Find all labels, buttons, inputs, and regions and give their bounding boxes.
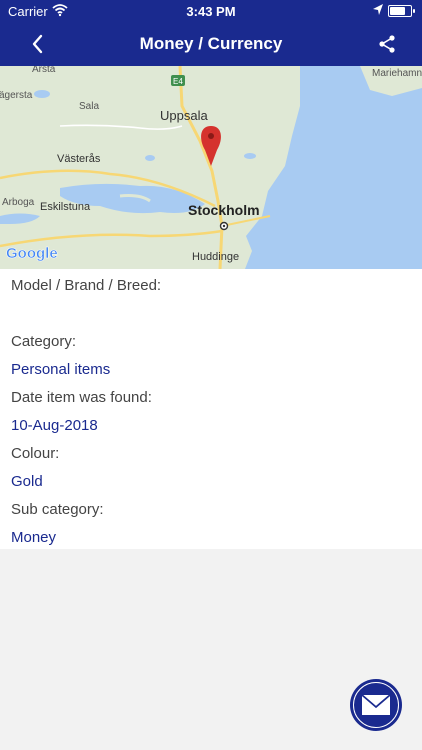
map-view[interactable]: Årsta ägersta Sala Uppsala E4 Västerås A… bbox=[0, 66, 422, 269]
status-time: 3:43 PM bbox=[186, 4, 236, 19]
google-logo: Google bbox=[6, 245, 58, 262]
map-label-uppsala: Uppsala bbox=[160, 108, 208, 123]
map-label-vasteras: Västerås bbox=[57, 153, 101, 165]
page-title: Money / Currency bbox=[139, 34, 283, 53]
map-label-e4: E4 bbox=[173, 77, 183, 86]
detail-label: Category: bbox=[11, 333, 77, 350]
map-label-sala: Sala bbox=[79, 101, 99, 112]
share-button[interactable] bbox=[376, 33, 398, 55]
email-button[interactable] bbox=[350, 679, 402, 731]
map-label-arsta: Årsta bbox=[32, 66, 56, 75]
detail-label: Colour: bbox=[11, 445, 60, 462]
battery-icon bbox=[388, 5, 415, 17]
map-label-stockholm: Stockholm bbox=[188, 202, 260, 218]
detail-value: 10-Aug-2018 bbox=[11, 417, 98, 434]
map-label-arboga: Arboga bbox=[2, 197, 35, 208]
detail-value: Personal items bbox=[11, 361, 111, 378]
battery-level bbox=[390, 7, 405, 15]
detail-value: Gold bbox=[11, 473, 43, 490]
detail-label: Sub category: bbox=[11, 501, 104, 518]
status-bar: Carrier 3:43 PM bbox=[0, 0, 422, 22]
detail-value: Money bbox=[11, 529, 57, 546]
detail-label: Model / Brand / Breed: bbox=[11, 277, 162, 294]
top-bar: Carrier 3:43 PM Money / Currency bbox=[0, 0, 422, 66]
map-label-mariehamn: Mariehamn bbox=[372, 68, 422, 79]
map-label-eskilstuna: Eskilstuna bbox=[40, 201, 91, 213]
detail-label: Date item was found: bbox=[11, 389, 152, 406]
share-icon bbox=[379, 35, 395, 53]
map-label-huddinge: Huddinge bbox=[192, 251, 239, 263]
location-arrow-icon bbox=[372, 3, 384, 20]
envelope-icon bbox=[361, 694, 391, 715]
map-label-agersta: ägersta bbox=[0, 90, 33, 101]
nav-bar: Money / Currency bbox=[0, 22, 422, 66]
item-details: Model / Brand / Breed: Category: Personal … bbox=[0, 269, 422, 549]
